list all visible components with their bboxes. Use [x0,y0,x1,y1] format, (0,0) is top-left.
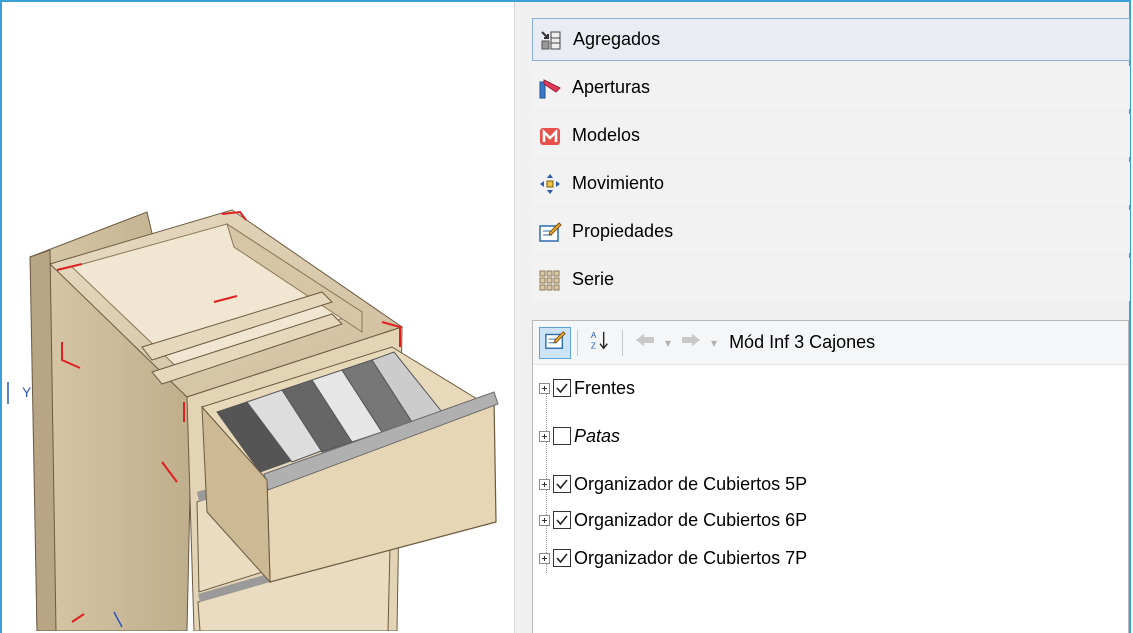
axis-label: Y [22,384,32,400]
back-dropdown-icon[interactable]: ▾ [665,336,671,350]
property-toolbar: A Z ▾ ▾ Mód Inf 3 Cajones [533,321,1128,365]
category-list: Agregados Aperturas Modelos Movimiento P… [532,18,1130,306]
category-label: Agregados [573,29,661,49]
forward-dropdown-icon[interactable]: ▾ [711,336,717,350]
3d-viewport[interactable]: Y [2,2,514,631]
category-label: Aperturas [572,77,651,97]
serie-icon [538,268,562,292]
forward-button[interactable] [675,327,707,359]
tree-item-label: Organizador de Cubiertos 5P [574,473,808,494]
checkbox-checked[interactable] [553,549,571,567]
category-propiedades[interactable]: Propiedades [532,210,1130,253]
sort-alphabetical-button[interactable]: A Z [584,327,616,359]
back-button[interactable] [629,327,661,359]
category-agregados[interactable]: Agregados [532,18,1130,61]
checkbox-checked[interactable] [553,379,571,397]
propiedades-icon [544,329,566,356]
toolbar-separator [622,329,623,356]
sort-az-icon: A Z [589,329,611,356]
movimiento-icon [538,172,562,196]
tree-item-patas[interactable]: Patas [533,405,1128,467]
tree-item-label: Organizador de Cubiertos 6P [574,509,808,530]
forward-arrow-icon [680,332,702,353]
category-label: Modelos [572,125,641,145]
component-tree: Frentes Patas Organizador de Cubiertos 5… [533,365,1128,577]
expand-icon[interactable] [539,430,550,442]
checkbox-checked[interactable] [553,511,571,529]
categorized-view-button[interactable] [539,326,571,359]
checkbox-checked[interactable] [553,475,571,493]
checkbox-unchecked[interactable] [553,427,571,445]
tree-item-label: Frentes [574,377,636,398]
propiedades-icon [538,220,562,244]
expand-icon[interactable] [539,514,550,526]
category-movimiento[interactable]: Movimiento [532,162,1130,205]
expand-icon[interactable] [539,552,550,564]
category-modelos[interactable]: Modelos [532,114,1130,157]
cabinet-3d-render: Y [7,209,499,631]
tree-item-label: Patas [574,425,621,446]
svg-text:Z: Z [591,341,596,350]
aperturas-icon [538,76,562,100]
agregados-icon [539,28,563,52]
tree-item-organizador-6p[interactable]: Organizador de Cubiertos 6P [533,501,1128,539]
expand-icon[interactable] [539,382,550,394]
category-label: Movimiento [572,173,665,193]
tree-item-organizador-7p[interactable]: Organizador de Cubiertos 7P [533,539,1128,577]
expand-icon[interactable] [539,478,550,490]
modelos-icon [538,124,562,148]
tree-item-label: Organizador de Cubiertos 7P [574,547,808,568]
back-arrow-icon [634,332,656,353]
svg-text:A: A [591,331,597,340]
category-label: Serie [572,269,615,289]
tree-item-frentes[interactable]: Frentes [533,371,1128,405]
toolbar-title: Mód Inf 3 Cajones [729,332,876,352]
category-label: Propiedades [572,221,674,241]
tree-item-organizador-5p[interactable]: Organizador de Cubiertos 5P [533,467,1128,501]
toolbar-separator [577,329,578,356]
right-panel: Agregados Aperturas Modelos Movimiento P… [518,2,1130,633]
category-serie[interactable]: Serie [532,258,1130,301]
property-grid: A Z ▾ ▾ Mód Inf 3 Cajones Frentes Patas … [532,320,1129,633]
category-aperturas[interactable]: Aperturas [532,66,1130,109]
